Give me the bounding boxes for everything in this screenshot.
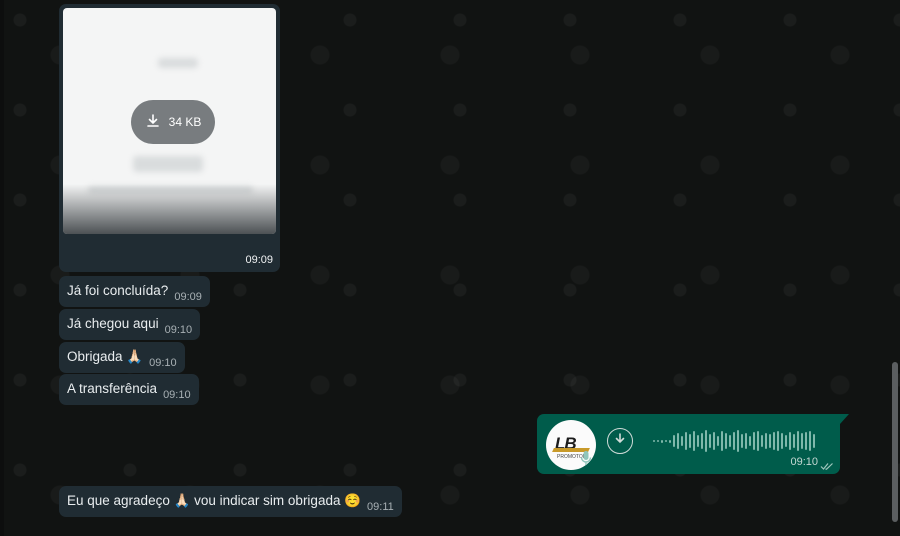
waveform-bar <box>681 436 683 446</box>
message-time: 09:09 <box>245 254 273 266</box>
message-time: 09:10 <box>164 324 193 336</box>
waveform-bar <box>685 432 687 450</box>
waveform-bar <box>777 431 779 451</box>
message-time: 09:10 <box>149 357 177 369</box>
waveform-bar <box>737 430 739 452</box>
message-time: 09:10 <box>163 389 191 401</box>
chat-area[interactable]: 34 KB 09:09 Já foi concluída? 09:09 Já ch… <box>0 0 900 536</box>
incoming-message[interactable]: Já foi concluída? 09:09 <box>59 276 210 307</box>
message-time: 09:09 <box>174 291 202 303</box>
waveform-bar <box>653 440 655 442</box>
panel-divider <box>0 0 4 536</box>
image-overlay <box>63 184 276 234</box>
message-text: Já foi concluída? <box>67 283 169 298</box>
waveform-bar <box>789 432 791 450</box>
microphone-icon <box>578 450 594 466</box>
waveform-bar <box>677 433 679 449</box>
waveform-bar <box>729 435 731 447</box>
waveform-bar <box>753 432 755 450</box>
waveform-bar <box>689 434 691 448</box>
waveform-bar <box>809 431 811 451</box>
download-icon <box>614 432 626 450</box>
waveform-bar <box>797 431 799 451</box>
incoming-message[interactable]: Eu que agradeço 🙏🏻 vou indicar sim obrig… <box>59 486 402 517</box>
waveform-bar <box>713 432 715 450</box>
waveform-bar <box>793 434 795 448</box>
message-text: Eu que agradeço 🙏🏻 vou indicar sim obrig… <box>67 493 362 508</box>
waveform-bar <box>721 431 723 451</box>
waveform-bar <box>669 439 671 443</box>
voice-message[interactable]: LB PROMOTOR 09:10 <box>537 414 840 474</box>
waveform-bar <box>697 435 699 447</box>
waveform-bar <box>705 430 707 452</box>
voice-waveform[interactable] <box>653 430 815 452</box>
image-blur-content <box>133 156 203 172</box>
scrollbar[interactable] <box>892 362 898 522</box>
waveform-bar <box>769 434 771 448</box>
message-text: A transferência <box>67 381 158 396</box>
waveform-bar <box>813 434 815 448</box>
incoming-message[interactable]: A transferência 09:10 <box>59 374 199 405</box>
waveform-bar <box>741 434 743 448</box>
waveform-bar <box>785 435 787 447</box>
waveform-bar <box>673 435 675 447</box>
waveform-bar <box>725 433 727 449</box>
image-blur-content <box>158 58 198 68</box>
message-text: Já chegou aqui <box>67 316 159 331</box>
waveform-bar <box>665 440 667 442</box>
waveform-bar <box>701 433 703 449</box>
incoming-message[interactable]: Obrigada 🙏🏻 09:10 <box>59 342 185 373</box>
waveform-bar <box>693 431 695 451</box>
message-time: 09:10 <box>790 456 818 468</box>
waveform-bar <box>733 432 735 450</box>
incoming-message[interactable]: Já chegou aqui 09:10 <box>59 309 201 340</box>
image-message[interactable]: 34 KB 09:09 <box>59 4 280 272</box>
waveform-bar <box>757 431 759 451</box>
voice-download-button[interactable] <box>607 428 633 454</box>
message-text: Obrigada 🙏🏻 <box>67 349 144 364</box>
file-size-label: 34 KB <box>168 115 202 129</box>
waveform-bar <box>745 433 747 449</box>
message-time: 09:11 <box>367 501 394 513</box>
waveform-bar <box>749 436 751 446</box>
waveform-bar <box>761 435 763 447</box>
waveform-bar <box>657 440 659 442</box>
waveform-bar <box>765 433 767 449</box>
waveform-bar <box>717 436 719 446</box>
double-check-icon <box>820 458 834 470</box>
waveform-bar <box>801 433 803 449</box>
waveform-bar <box>773 432 775 450</box>
waveform-bar <box>709 434 711 448</box>
waveform-bar <box>661 439 663 443</box>
bubble-tail <box>840 414 849 424</box>
download-button[interactable]: 34 KB <box>131 100 215 144</box>
waveform-bar <box>781 433 783 449</box>
download-icon <box>145 113 161 132</box>
waveform-bar <box>805 432 807 450</box>
image-preview[interactable]: 34 KB <box>63 8 276 234</box>
